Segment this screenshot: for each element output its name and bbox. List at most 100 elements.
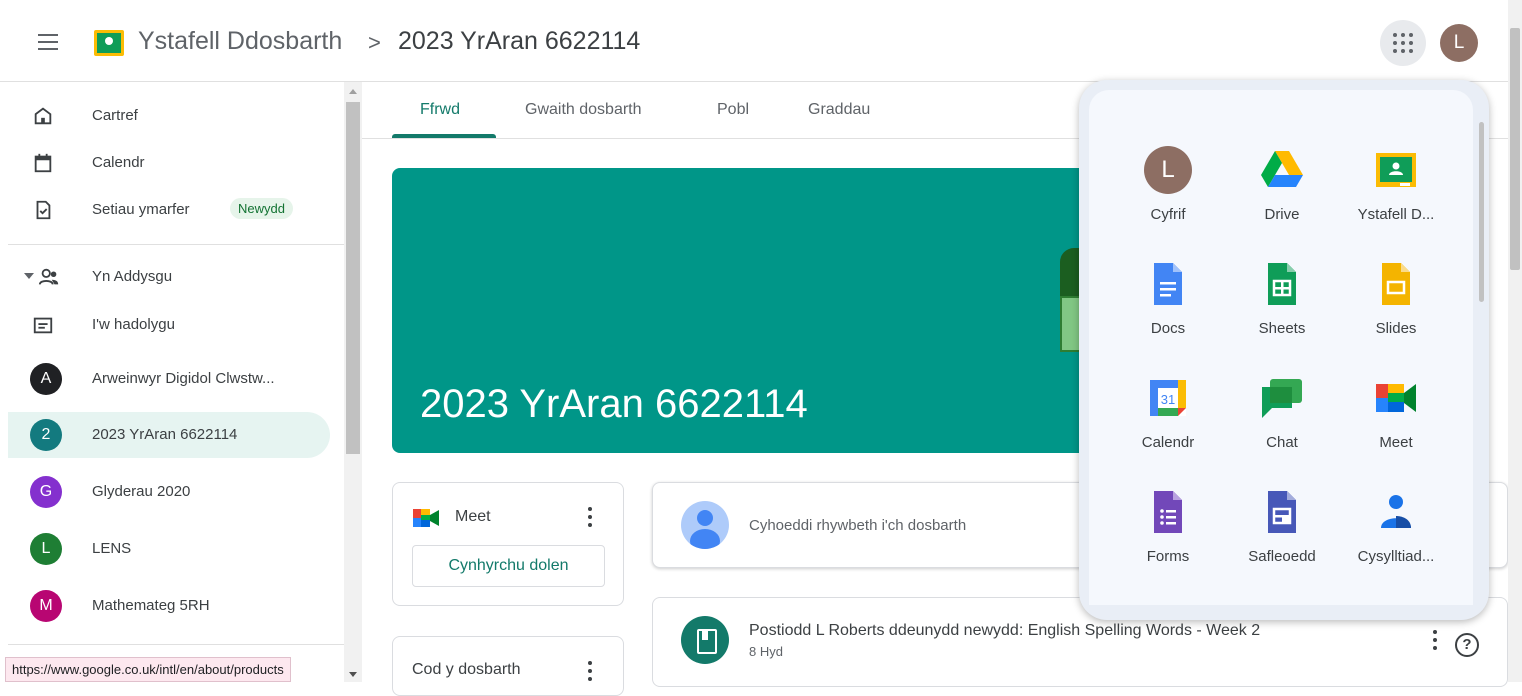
app-title[interactable]: Ystafell Ddosbarth [138, 27, 342, 56]
tab-stream[interactable]: Ffrwd [420, 101, 460, 119]
main-menu-icon[interactable] [38, 34, 58, 50]
sidebar: Cartref Calendr Setiau ymarfer Newydd Yn… [0, 82, 344, 682]
tab-grades[interactable]: Graddau [808, 101, 870, 119]
scrollbar-thumb[interactable] [1510, 28, 1520, 270]
sidebar-scrollbar[interactable] [344, 82, 362, 682]
link-status-url: https://www.google.co.uk/intl/en/about/p… [5, 657, 291, 682]
class-avatar: A [30, 363, 62, 395]
scroll-down-arrow-icon[interactable] [349, 672, 357, 677]
breadcrumb-class-name: 2023 YrAran 6622114 [398, 27, 641, 55]
page-scrollbar[interactable] [1508, 0, 1522, 682]
sidebar-item-label: Setiau ymarfer [92, 201, 190, 218]
material-icon [681, 616, 729, 664]
class-code-label: Cod y dosbarth [412, 661, 521, 678]
docs-icon [1154, 263, 1182, 305]
app-account[interactable]: L Cyfrif [1111, 134, 1225, 234]
new-badge: Newydd [230, 198, 293, 219]
calendar-day-number: 31 [1161, 392, 1175, 407]
meet-card: Meet Cynhyrchu dolen [392, 482, 624, 606]
teaching-icon [38, 268, 59, 285]
sidebar-item-label: Mathemateg 5RH [92, 597, 210, 614]
sidebar-item-class[interactable]: M Mathemateg 5RH [8, 583, 330, 629]
tab-people[interactable]: Pobl [717, 101, 749, 119]
drive-icon [1261, 151, 1303, 187]
app-calendar[interactable]: 31 Calendr [1111, 362, 1225, 462]
sidebar-item-class-active[interactable]: 2 2023 YrAran 6622114 [8, 412, 330, 458]
app-sites[interactable]: Safleoedd [1225, 476, 1339, 576]
google-apps-button[interactable] [1380, 20, 1426, 66]
sidebar-item-to-review[interactable]: I'w hadolygu [8, 302, 330, 348]
more-options-icon[interactable] [1433, 630, 1437, 650]
app-contacts[interactable]: Cysylltiad... [1339, 476, 1453, 576]
breadcrumb-separator: > [368, 30, 381, 55]
tab-classwork[interactable]: Gwaith dosbarth [525, 101, 642, 119]
sidebar-divider [8, 644, 344, 645]
app-label: Meet [1379, 434, 1413, 451]
class-code-card: Cod y dosbarth [392, 636, 624, 696]
practice-sets-icon [36, 200, 51, 220]
app-drive[interactable]: Drive [1225, 134, 1339, 234]
sheets-icon [1268, 263, 1296, 305]
sidebar-item-label: Arweinwyr Digidol Clwstw... [92, 370, 275, 387]
announce-placeholder[interactable]: Cyhoeddi rhywbeth i'ch dosbarth [749, 517, 966, 534]
sidebar-item-teaching[interactable]: Yn Addysgu [8, 254, 330, 300]
scroll-up-arrow-icon[interactable] [349, 89, 357, 94]
sidebar-item-label: Cartref [92, 107, 138, 124]
class-avatar: M [30, 590, 62, 622]
account-icon: L [1144, 146, 1192, 194]
meet-app-icon [1376, 384, 1416, 412]
sidebar-item-class[interactable]: A Arweinwyr Digidol Clwstw... [8, 356, 330, 402]
app-sheets[interactable]: Sheets [1225, 248, 1339, 348]
app-label: Chat [1266, 434, 1298, 451]
app-slides[interactable]: Slides [1339, 248, 1453, 348]
sidebar-divider [8, 244, 344, 245]
classroom-icon [1376, 153, 1416, 187]
sidebar-item-class[interactable]: G Glyderau 2020 [8, 469, 330, 515]
google-apps-panel: L Cyfrif Drive Ystafell D... Docs Sheets… [1079, 80, 1489, 620]
post-title[interactable]: Postiodd L Roberts ddeunydd newydd: Engl… [749, 622, 1260, 640]
app-classroom[interactable]: Ystafell D... [1339, 134, 1453, 234]
sidebar-item-label: I'w hadolygu [92, 316, 175, 333]
account-avatar[interactable]: L [1440, 24, 1478, 62]
app-label: Calendr [1141, 434, 1195, 451]
calendar-icon [34, 153, 52, 173]
more-options-icon[interactable] [588, 661, 592, 681]
app-meet[interactable]: Meet [1339, 362, 1453, 462]
sidebar-item-label: LENS [92, 540, 132, 557]
app-docs[interactable]: Docs [1111, 248, 1225, 348]
app-label: Cyfrif [1150, 206, 1186, 223]
app-label: Safleoedd [1248, 548, 1316, 565]
app-label: Cysylltiad... [1357, 548, 1435, 565]
sidebar-item-class[interactable]: L LENS [8, 526, 330, 572]
banner-title[interactable]: 2023 YrAran 6622114 [420, 382, 808, 427]
app-forms[interactable]: Forms [1111, 476, 1225, 576]
scrollbar-thumb[interactable] [346, 102, 360, 454]
home-icon [34, 107, 52, 125]
sidebar-item-practice-sets[interactable]: Setiau ymarfer Newydd [8, 187, 330, 233]
app-label: Drive [1264, 206, 1300, 223]
sites-icon [1268, 491, 1296, 533]
meet-label: Meet [455, 508, 491, 525]
sidebar-item-label: Calendr [92, 154, 145, 171]
post-date: 8 Hyd [749, 644, 783, 659]
user-avatar-icon [681, 501, 729, 549]
app-chat[interactable]: Chat [1225, 362, 1339, 462]
expand-caret-icon[interactable] [24, 273, 34, 279]
calendar-app-icon: 31 [1150, 380, 1186, 416]
sidebar-item-home[interactable]: Cartref [8, 93, 330, 139]
sidebar-item-label: 2023 YrAran 6622114 [92, 426, 238, 443]
forms-icon [1154, 491, 1182, 533]
sidebar-item-calendar[interactable]: Calendr [8, 140, 330, 186]
app-label: Docs [1150, 320, 1186, 337]
classroom-logo-icon[interactable] [94, 30, 124, 56]
sidebar-item-label: Yn Addysgu [92, 268, 173, 285]
apps-grid: L Cyfrif Drive Ystafell D... Docs Sheets… [1089, 90, 1473, 605]
class-avatar: 2 [30, 419, 62, 451]
more-options-icon[interactable] [588, 507, 592, 527]
help-icon[interactable]: ? [1455, 633, 1479, 657]
class-avatar: G [30, 476, 62, 508]
contacts-icon [1381, 495, 1411, 528]
generate-link-button[interactable]: Cynhyrchu dolen [412, 545, 605, 587]
app-label: Forms [1146, 548, 1190, 565]
apps-panel-scrollbar[interactable] [1479, 122, 1484, 302]
